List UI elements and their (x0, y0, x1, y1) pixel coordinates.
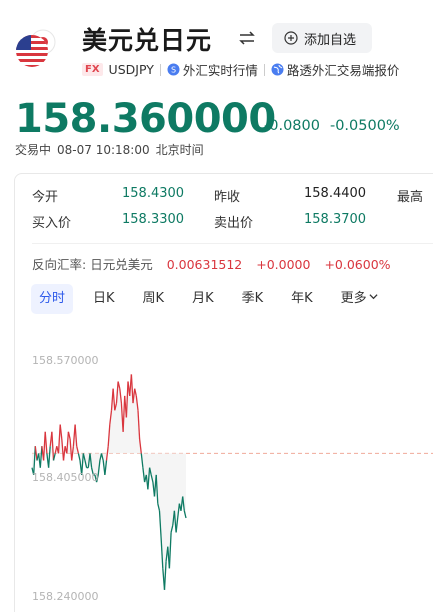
price-line-segment (62, 446, 66, 461)
y-tick-label: 158.240000 (32, 590, 99, 603)
price-line-segment (105, 446, 109, 461)
price-line-segment (71, 446, 75, 461)
price-line-segment (47, 446, 51, 468)
y-tick-label: 158.405000 (32, 471, 99, 484)
price-line-segment (51, 431, 55, 461)
price-line-segment (34, 446, 38, 461)
intraday-chart[interactable] (0, 0, 433, 612)
y-tick-label: 158.570000 (32, 354, 99, 367)
